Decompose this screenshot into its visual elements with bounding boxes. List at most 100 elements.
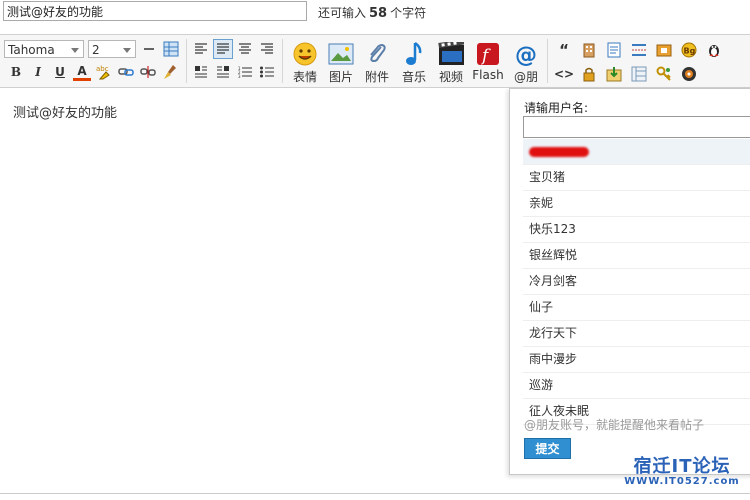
attachment-label: 附件 [364,70,389,84]
image-button[interactable]: 图片 [322,39,360,85]
page-break-icon [632,44,646,56]
background-music-button[interactable]: Bg [680,41,698,59]
italic-button[interactable]: I [29,63,47,81]
float-left-icon [195,66,207,78]
video-label: 视频 [438,70,463,84]
ordered-list-icon: 123 [238,66,252,78]
clear-format-button[interactable] [161,63,179,81]
media-disc-icon [682,67,696,81]
bg-badge-icon: Bg [681,42,697,58]
username-label: 请输用户名: [524,101,589,115]
font-color-button[interactable]: A [73,63,91,81]
watermark-url: WWW.IT0527.com [624,476,740,487]
font-family-select[interactable]: Tahoma [4,40,84,58]
font-family-value: Tahoma [8,43,55,57]
editor-content: 测试@好友的功能 [13,106,118,121]
qq-button[interactable] [705,41,723,59]
align-right-icon [261,43,273,54]
music-note-icon [406,41,422,65]
svg-text:@: @ [515,43,537,66]
subject-input[interactable]: 测试@好友的功能 [3,1,307,21]
emoticon-button[interactable]: 表情 [286,39,324,85]
link-icon [118,68,134,76]
folder-icon [656,44,672,57]
table-button[interactable] [162,40,180,58]
lock-button[interactable] [580,65,598,83]
friend-item[interactable]: 宝贝猪 [523,165,750,191]
counter-count: 58 [369,6,388,21]
broom-icon [164,65,176,79]
svg-text:abc: abc [96,65,109,73]
chevron-down-icon [71,48,79,53]
horizontal-rule-icon [144,48,154,50]
align-left-button[interactable] [192,40,210,58]
align-left-icon [195,43,207,54]
quote-button[interactable]: “ [555,41,573,59]
friend-item[interactable]: 巡游 [523,373,750,399]
key-button[interactable] [655,65,673,83]
svg-text:3: 3 [238,74,241,78]
align-center-icon [239,43,251,54]
toolbar-separator [547,39,548,83]
friend-item[interactable]: 雨中漫步 [523,347,750,373]
toolbar-separator [186,39,187,83]
username-input[interactable] [523,116,750,138]
editor-bottom-border [0,493,750,494]
char-counter: 还可输入 58 个字符 [318,4,426,21]
music-label: 音乐 [401,70,426,84]
friend-item[interactable]: 亲妮 [523,191,750,217]
flash-icon: f [477,43,499,66]
float-left-button[interactable] [192,63,210,81]
code-button[interactable]: <> [554,65,574,83]
free-content-button[interactable] [605,41,623,59]
link-button[interactable] [117,63,135,81]
download-button[interactable] [605,65,623,83]
friend-item[interactable]: 仙子 [523,295,750,321]
friend-item[interactable]: 银丝辉悦 [523,243,750,269]
penguin-icon [709,45,719,57]
paperclip-icon [370,43,386,63]
image-icon [328,43,354,65]
unordered-list-icon [260,66,274,78]
friend-item[interactable]: 龙行天下 [523,321,750,347]
download-icon [606,67,622,82]
media-button[interactable] [680,65,698,83]
float-right-button[interactable] [214,63,232,81]
unordered-list-button[interactable] [258,63,276,81]
building-icon [583,43,595,58]
float-right-icon [217,66,229,78]
page-break-button[interactable] [630,41,648,59]
flash-button[interactable]: f Flash [469,39,507,85]
align-center-button[interactable] [236,40,254,58]
video-button[interactable]: 视频 [432,39,470,85]
horizontal-rule-button[interactable] [140,40,158,58]
flash-label: Flash [472,68,504,82]
counter-suffix: 个字符 [390,6,427,20]
friend-item[interactable]: 冷月剑客 [523,269,750,295]
hidden-content-button[interactable] [655,41,673,59]
font-size-value: 2 [92,43,100,57]
index-button[interactable] [630,65,648,83]
align-right-button[interactable] [258,40,276,58]
music-button[interactable]: 音乐 [395,39,433,85]
friend-item[interactable]: 快乐123 [523,217,750,243]
align-justify-button[interactable] [213,39,233,59]
submit-button[interactable]: 提交 [524,438,571,459]
subject-bar: 测试@好友的功能 还可输入 58 个字符 [0,0,750,28]
attachment-button[interactable]: 附件 [358,39,396,85]
bold-button[interactable]: B [7,63,25,81]
unlink-button[interactable] [139,63,157,81]
at-friend-button[interactable]: @ @朋 [507,39,545,85]
watermark-logo: 宿迁IT论坛 WWW.IT0527.com [612,452,750,487]
toolbar-separator [282,39,283,83]
counter-prefix: 还可输入 [318,6,367,20]
highlighter-icon: abc [96,65,110,80]
ordered-list-button[interactable]: 123 [236,63,254,81]
friend-item[interactable] [523,139,750,165]
underline-button[interactable]: U [51,63,69,81]
building-button[interactable] [580,41,598,59]
index-icon [631,66,647,82]
highlight-button[interactable]: abc [95,63,113,81]
font-size-select[interactable]: 2 [88,40,136,58]
svg-text:Bg: Bg [684,47,696,56]
